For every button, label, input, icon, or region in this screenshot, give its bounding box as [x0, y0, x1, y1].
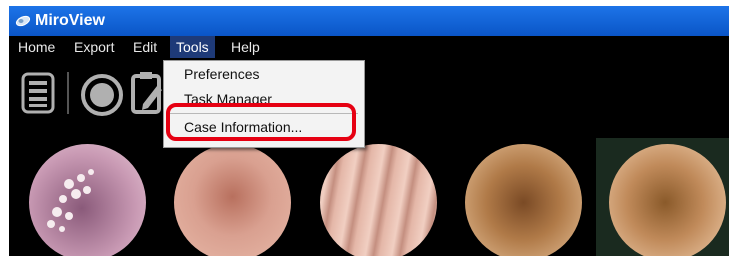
thumbnail-image[interactable]: [320, 144, 437, 256]
menu-home[interactable]: Home: [18, 39, 55, 55]
thumbnail-strip: [9, 138, 729, 256]
thumbnail-image[interactable]: [29, 144, 146, 256]
menu-bar: Home Export Edit Tools Help: [9, 36, 729, 59]
highlight-outline: [166, 103, 356, 141]
title-bar[interactable]: MiroView: [9, 6, 729, 36]
app-window: MiroView Home Export Edit Tools Help Pre…: [9, 6, 729, 256]
clipboard-edit-icon[interactable]: [131, 70, 167, 116]
menu-tools[interactable]: Tools: [170, 36, 215, 58]
toolbar-divider: [67, 72, 69, 114]
thumbnail-image[interactable]: [609, 144, 726, 256]
window-title: MiroView: [35, 12, 105, 29]
list-document-icon[interactable]: [21, 72, 57, 116]
app-logo-icon: [15, 15, 31, 27]
menu-edit[interactable]: Edit: [133, 39, 157, 55]
thumbnail-image[interactable]: [465, 144, 582, 256]
thumbnail-image[interactable]: [174, 144, 291, 256]
menu-export[interactable]: Export: [74, 39, 114, 55]
menu-item-preferences[interactable]: Preferences: [184, 66, 259, 82]
bubbles-texture: [47, 169, 94, 232]
record-circle-icon[interactable]: [79, 72, 125, 118]
menu-help[interactable]: Help: [231, 39, 260, 55]
